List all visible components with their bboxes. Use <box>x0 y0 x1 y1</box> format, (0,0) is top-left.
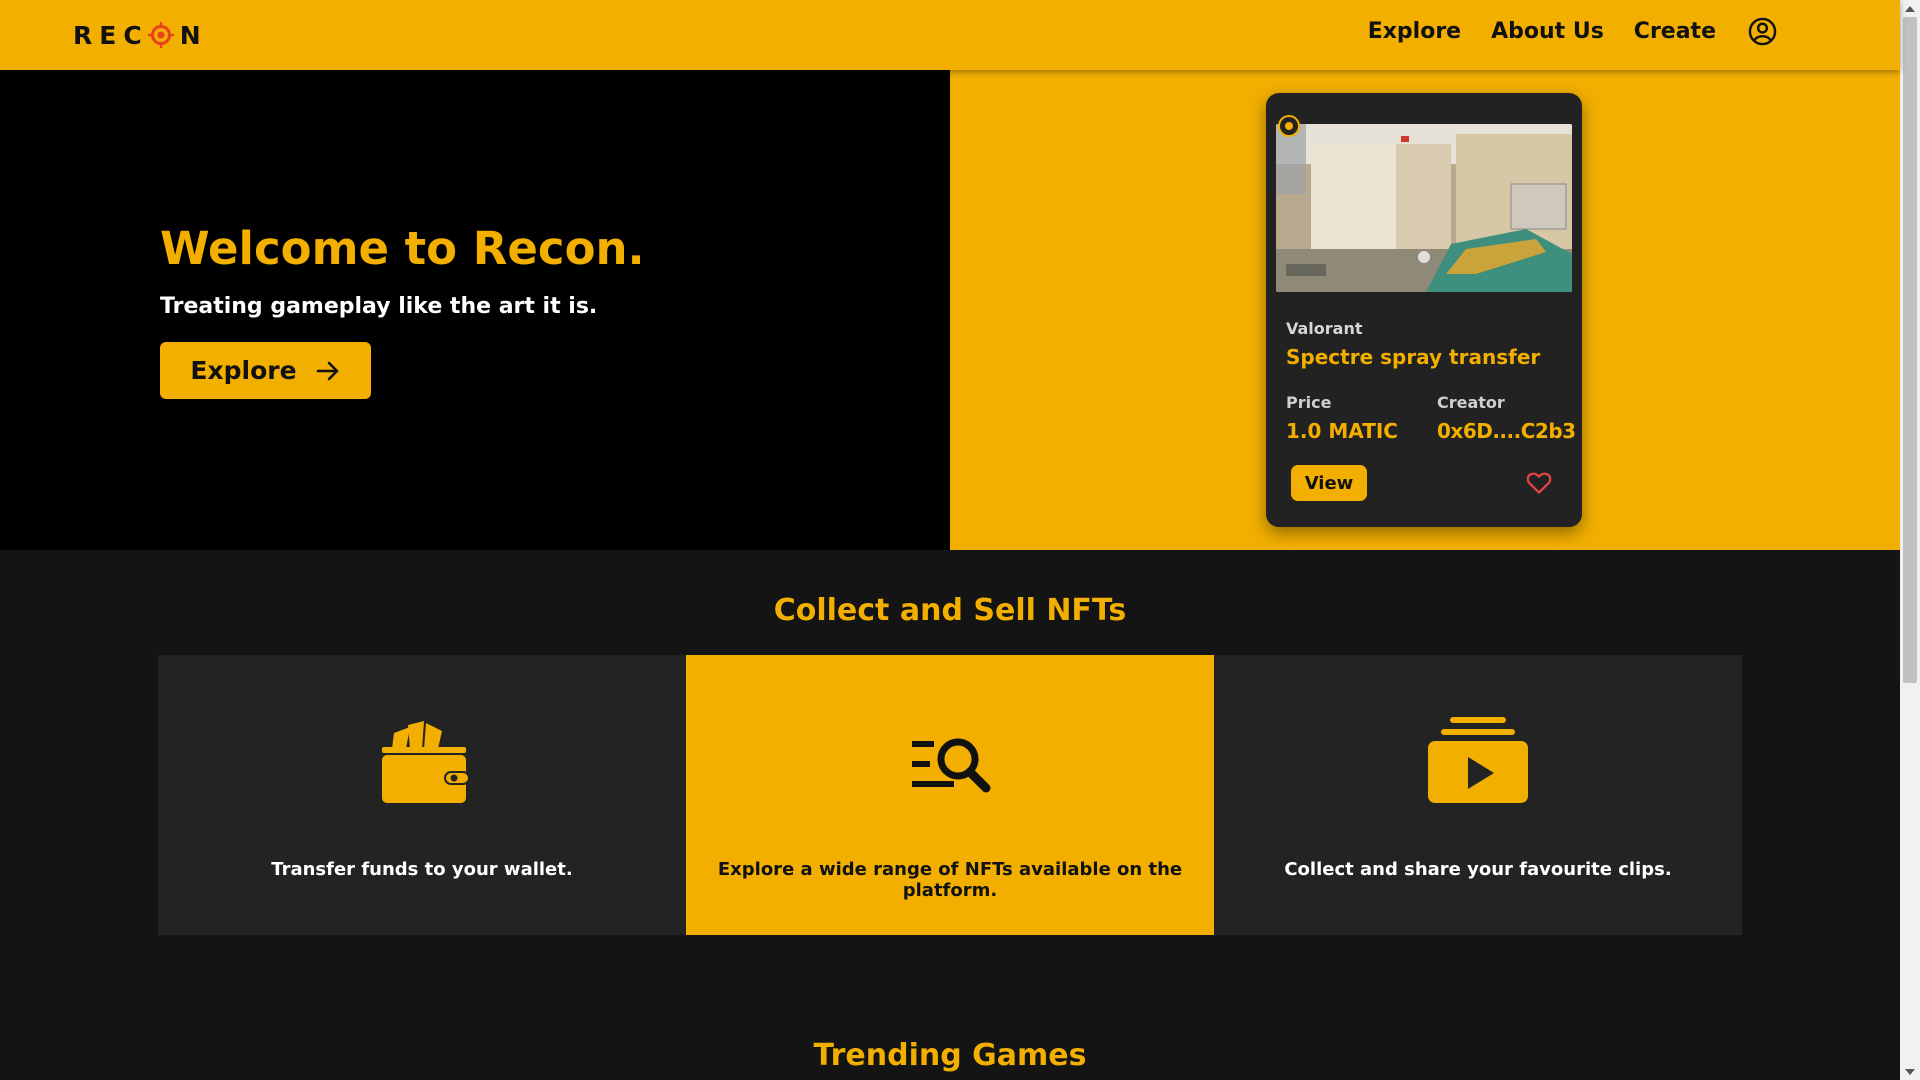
nft-game-name: Valorant <box>1286 319 1363 338</box>
features-row: Transfer funds to your wallet. Explore a… <box>158 655 1742 935</box>
scrollbar[interactable] <box>1900 0 1920 1080</box>
nft-title[interactable]: Spectre spray transfer <box>1286 345 1540 369</box>
hero-subtitle: Treating gameplay like the art it is. <box>160 294 598 319</box>
trending-section-title: Trending Games <box>813 1038 1087 1073</box>
logo-text-suffix: N <box>179 20 208 50</box>
nft-creator-label: Creator <box>1437 393 1505 412</box>
user-circle-icon[interactable] <box>1748 17 1777 46</box>
collect-section-title: Collect and Sell NFTs <box>773 593 1127 628</box>
video-playlist-icon <box>1428 717 1528 803</box>
nft-view-button[interactable]: View <box>1291 465 1367 501</box>
nft-thumbnail[interactable] <box>1276 124 1572 292</box>
scroll-down-arrow-icon[interactable] <box>1900 1063 1920 1080</box>
heart-icon[interactable] <box>1526 471 1552 495</box>
scroll-up-arrow-icon[interactable] <box>1900 0 1920 17</box>
feature-wallet-text: Transfer funds to your wallet. <box>271 859 573 880</box>
nft-price: 1.0 MATIC <box>1286 419 1398 443</box>
logo-text-prefix: REC <box>73 20 149 50</box>
feature-wallet[interactable]: Transfer funds to your wallet. <box>158 655 686 935</box>
hero-explore-label: Explore <box>190 356 297 385</box>
feature-explore-text: Explore a wide range of NFTs available o… <box>717 859 1183 901</box>
hero-title: Welcome to Recon. <box>160 222 645 275</box>
feature-clips[interactable]: Collect and share your favourite clips. <box>1214 655 1742 935</box>
scrollbar-thumb[interactable] <box>1903 17 1917 683</box>
wallet-icon <box>382 721 470 803</box>
nft-price-label: Price <box>1286 393 1332 412</box>
gameplay-screenshot <box>1276 124 1572 292</box>
navbar: REC N Explore About Us Create <box>0 0 1900 70</box>
feature-clips-text: Collect and share your favourite clips. <box>1284 859 1672 880</box>
nav-links: Explore About Us Create <box>1368 17 1777 46</box>
target-badge-icon <box>1278 115 1300 137</box>
logo-target-icon <box>147 22 174 48</box>
nav-create[interactable]: Create <box>1634 19 1716 44</box>
hero-explore-button[interactable]: Explore <box>160 342 371 399</box>
arrow-right-icon <box>316 361 338 380</box>
nav-about-us[interactable]: About Us <box>1491 19 1604 44</box>
search-list-icon <box>912 738 991 793</box>
logo[interactable]: REC N <box>73 20 208 50</box>
nav-explore[interactable]: Explore <box>1368 19 1461 44</box>
nft-creator-address[interactable]: 0x6D....C2b3 <box>1437 419 1576 443</box>
nft-card[interactable]: Valorant Spectre spray transfer Price 1.… <box>1266 93 1582 527</box>
feature-explore[interactable]: Explore a wide range of NFTs available o… <box>686 655 1214 935</box>
